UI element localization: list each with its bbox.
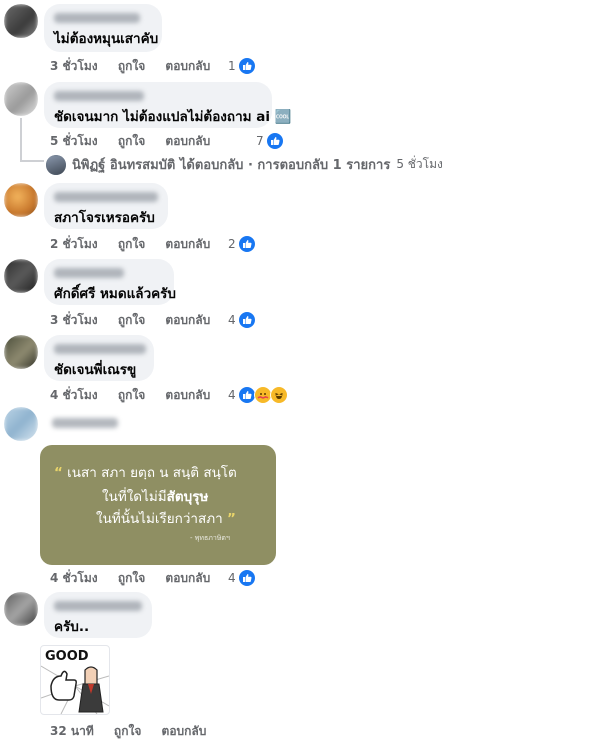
thumbs-up-icon	[237, 569, 256, 587]
comment-bubble: ครับ..	[44, 592, 152, 638]
care-reaction-icon	[253, 386, 272, 404]
reaction-count[interactable]: 2	[228, 235, 256, 253]
thumbs-up-icon	[237, 311, 256, 329]
haha-reaction-icon	[269, 386, 288, 404]
open-quote-icon: “	[54, 465, 63, 481]
comment-time[interactable]: 5 ชั่วโมง	[50, 134, 98, 148]
like-button[interactable]: ถูกใจ	[118, 59, 145, 73]
reply-button[interactable]: ตอบกลับ	[162, 724, 207, 738]
quote-line-1: “ เนสา สภา ยตฺถ น สนฺติ สนฺโต	[54, 461, 237, 483]
avatar[interactable]	[4, 335, 38, 369]
comment-text: สภาโจรเหรอครับ	[54, 210, 155, 226]
reaction-count[interactable]: 4	[228, 569, 256, 587]
comment-text: ครับ..	[54, 619, 90, 635]
quote-text-part: ในที่ใดไม่มี	[102, 489, 167, 505]
avatar[interactable]	[4, 82, 38, 116]
comment-bubble: ชัดเจนมาก ไม่ต้องแปลไม่ต้องถาม ai 🆒	[44, 82, 292, 128]
comment-actions: 3 ชั่วโมง ถูกใจ ตอบกลับ	[50, 311, 226, 329]
avatar[interactable]	[4, 592, 38, 626]
commenter-name[interactable]	[52, 418, 118, 428]
quote-emphasis: สัตบุรุษ	[166, 489, 209, 505]
reply-button[interactable]: ตอบกลับ	[165, 237, 210, 251]
view-replies-link[interactable]: นิพิฏฐ์ อินทรสมบัติ ได้ตอบกลับ · การตอบก…	[46, 154, 443, 175]
reaction-count[interactable]: 7	[256, 132, 284, 150]
reaction-number: 1	[228, 59, 236, 73]
quote-text-part: ในที่นั้นไม่เรียกว่าสภา	[96, 511, 223, 527]
reaction-number: 7	[256, 134, 264, 148]
commenter-name[interactable]	[54, 91, 144, 101]
comment-actions: 32 นาที ถูกใจ ตอบกลับ	[50, 722, 222, 740]
reaction-number: 4	[228, 313, 236, 327]
reply-avatar	[46, 154, 66, 175]
commenter-name[interactable]	[54, 344, 146, 354]
comment-time[interactable]: 4 ชั่วโมง	[50, 571, 98, 585]
comment-text: ศักดิ์ศรี หมดแล้วครับ	[54, 286, 177, 302]
avatar[interactable]	[4, 4, 38, 38]
like-button[interactable]: ถูกใจ	[114, 724, 141, 738]
comment-time[interactable]: 4 ชั่วโมง	[50, 388, 98, 402]
comment-time[interactable]: 3 ชั่วโมง	[50, 59, 98, 73]
like-button[interactable]: ถูกใจ	[118, 134, 145, 148]
comment-actions: 2 ชั่วโมง ถูกใจ ตอบกลับ	[50, 235, 226, 253]
reply-button[interactable]: ตอบกลับ	[165, 59, 210, 73]
comment-text: ชัดเจนมาก ไม่ต้องแปลไม่ต้องถาม ai 🆒	[54, 109, 292, 125]
reaction-number: 4	[228, 388, 236, 402]
reaction-count[interactable]: 4	[228, 386, 288, 404]
comment-actions: 5 ชั่วโมง ถูกใจ ตอบกลับ	[50, 132, 226, 150]
avatar[interactable]	[4, 183, 38, 217]
reaction-count[interactable]: 1	[228, 57, 256, 75]
comment-time[interactable]: 32 นาที	[50, 724, 94, 738]
reaction-count[interactable]: 4	[228, 311, 256, 329]
reply-button[interactable]: ตอบกลับ	[165, 388, 210, 402]
comment-bubble: ไม่ต้องหมุนเสาคับ	[44, 4, 162, 52]
thumbs-up-icon	[237, 235, 256, 253]
good-sticker[interactable]: GOOD	[40, 645, 110, 715]
quote-attribution: - พุทธภาษิตฯ	[190, 534, 230, 542]
reply-button[interactable]: ตอบกลับ	[165, 134, 210, 148]
sticker-art: GOOD	[41, 649, 109, 714]
comment-actions: 4 ชั่วโมง ถูกใจ ตอบกลับ	[50, 569, 226, 587]
reply-summary-text: นิพิฏฐ์ อินทรสมบัติ ได้ตอบกลับ · การตอบก…	[72, 158, 391, 173]
reaction-number: 2	[228, 237, 236, 251]
thumbs-up-icon	[237, 386, 256, 404]
comment-time[interactable]: 3 ชั่วโมง	[50, 313, 98, 327]
comment-text: ไม่ต้องหมุนเสาคับ	[54, 31, 159, 47]
commenter-name[interactable]	[54, 601, 142, 611]
avatar[interactable]	[4, 407, 38, 441]
quote-line-2: ในที่ใดไม่มีสัตบุรุษ	[102, 485, 208, 507]
reply-time: 5 ชั่วโมง	[396, 157, 443, 171]
like-button[interactable]: ถูกใจ	[118, 313, 145, 327]
close-quote-icon: ”	[227, 511, 236, 527]
comment-actions: 4 ชั่วโมง ถูกใจ ตอบกลับ	[50, 386, 226, 404]
like-button[interactable]: ถูกใจ	[118, 571, 145, 585]
comment-bubble: ศักดิ์ศรี หมดแล้วครับ	[44, 259, 177, 305]
thread-line	[20, 118, 22, 162]
commenter-name[interactable]	[54, 268, 124, 278]
commenter-name[interactable]	[54, 192, 158, 202]
quote-pali-text: เนสา สภา ยตฺถ น สนฺติ สนฺโต	[67, 465, 237, 481]
comment-actions: 3 ชั่วโมง ถูกใจ ตอบกลับ	[50, 57, 226, 75]
reaction-number: 4	[228, 571, 236, 585]
reply-button[interactable]: ตอบกลับ	[165, 313, 210, 327]
quote-image[interactable]: “ เนสา สภา ยตฺถ น สนฺติ สนฺโต ในที่ใดไม่…	[40, 445, 276, 565]
quote-line-3: ในที่นั้นไม่เรียกว่าสภา ”	[96, 507, 236, 529]
comment-bubble: ชัดเจนพี่เณรขู	[44, 335, 154, 381]
commenter-name[interactable]	[54, 13, 140, 23]
thread-line	[20, 160, 44, 162]
comment-bubble: สภาโจรเหรอครับ	[44, 183, 168, 229]
thumbs-up-icon	[265, 132, 284, 150]
comment-time[interactable]: 2 ชั่วโมง	[50, 237, 98, 251]
sticker-text: GOOD	[45, 649, 89, 664]
like-button[interactable]: ถูกใจ	[118, 388, 145, 402]
avatar[interactable]	[4, 259, 38, 293]
reply-button[interactable]: ตอบกลับ	[165, 571, 210, 585]
thumbs-up-icon	[237, 57, 256, 75]
comment-text: ชัดเจนพี่เณรขู	[54, 362, 137, 378]
like-button[interactable]: ถูกใจ	[118, 237, 145, 251]
